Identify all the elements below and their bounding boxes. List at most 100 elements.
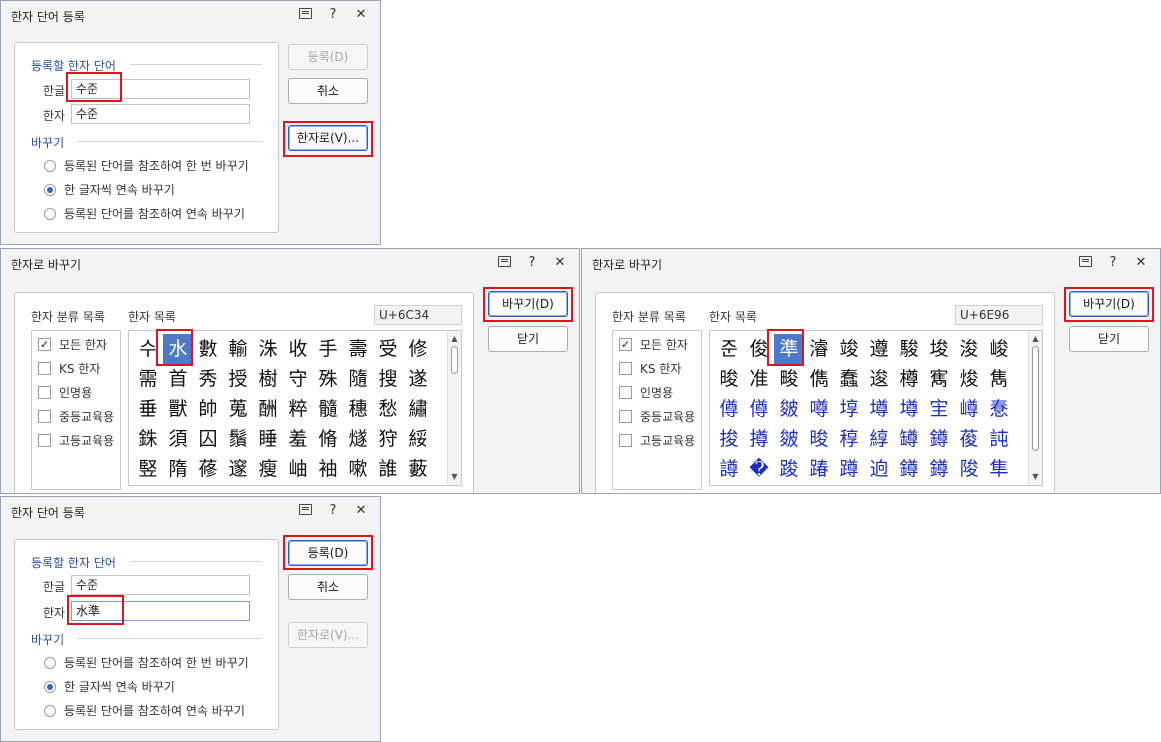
category-all[interactable]: ✓ 모든 한자 xyxy=(38,336,107,353)
category-name[interactable]: 인명용 xyxy=(38,384,92,401)
hanja-cell[interactable]: 綧 xyxy=(864,424,894,454)
hanja-cell[interactable]: 蒐 xyxy=(223,394,253,424)
hanja-cell[interactable]: 儁 xyxy=(804,364,834,394)
hanja-cell[interactable]: 譐 xyxy=(714,454,744,484)
option-once[interactable]: 등록된 단어를 참조하여 한 번 바꾸기 xyxy=(44,654,249,671)
hanja-cell[interactable]: 寯 xyxy=(924,364,954,394)
hanja-cell[interactable]: 授 xyxy=(223,364,253,394)
hanja-cell[interactable]: 稕 xyxy=(834,424,864,454)
hanja-cell[interactable]: 罇 xyxy=(894,424,924,454)
hanja-cell[interactable]: 葰 xyxy=(954,424,984,454)
hanja-field[interactable]: 수준 xyxy=(71,104,250,124)
hanja-cell[interactable]: 粹 xyxy=(283,394,313,424)
hanja-cell[interactable]: � xyxy=(744,454,774,484)
hanja-cell[interactable]: 訰 xyxy=(984,424,1014,454)
hanja-cell[interactable]: 수 xyxy=(133,334,163,364)
hanja-cell[interactable]: 陖 xyxy=(954,454,984,484)
hanja-cell[interactable]: 埈 xyxy=(924,334,954,364)
hanja-cell[interactable]: 隨 xyxy=(343,364,373,394)
hanja-cell[interactable]: 逡 xyxy=(864,364,894,394)
hanja-field[interactable]: 水準 xyxy=(71,601,250,621)
hanja-cell[interactable]: 髓 xyxy=(313,394,343,424)
hanja-cell[interactable]: 銖 xyxy=(133,424,163,454)
hanja-cell[interactable]: 鐏 xyxy=(924,424,954,454)
hanja-cell[interactable]: 浚 xyxy=(954,334,984,364)
hanja-cell[interactable]: 修 xyxy=(403,334,433,364)
hanja-cell[interactable]: 准 xyxy=(744,364,774,394)
titlebar[interactable]: 한자 단어 등록 ? ✕ xyxy=(1,497,380,525)
checkbox[interactable] xyxy=(38,362,51,375)
hanja-cell[interactable]: 酬 xyxy=(253,394,283,424)
hanja-cell[interactable]: 宔 xyxy=(924,394,954,424)
hanja-cell[interactable]: 遵 xyxy=(864,334,894,364)
hanja-cell[interactable]: 墫 xyxy=(894,394,924,424)
hanja-cell[interactable]: 囚 xyxy=(193,424,223,454)
hanja-cell[interactable]: 準 xyxy=(774,334,804,364)
hanja-cell[interactable]: 狩 xyxy=(373,424,403,454)
category-all[interactable]: ✓ 모든 한자 xyxy=(619,336,688,353)
option-char-continuous[interactable]: 한 글자씩 연속 바꾸기 xyxy=(44,678,175,695)
hanja-cell[interactable]: 駿 xyxy=(894,334,924,364)
hanja-cell[interactable]: 誰 xyxy=(373,454,403,484)
hanja-cell[interactable]: 竣 xyxy=(834,334,864,364)
checkbox[interactable] xyxy=(38,434,51,447)
hanja-cell[interactable]: 洙 xyxy=(253,334,283,364)
hanja-cell[interactable]: 踆 xyxy=(774,454,804,484)
hanja-cell[interactable]: 晙 xyxy=(714,364,744,394)
checkbox[interactable] xyxy=(619,410,632,423)
hanja-cell[interactable]: 惷 xyxy=(984,394,1014,424)
hanja-cell[interactable]: 鐏 xyxy=(924,454,954,484)
scrollbar[interactable]: ▲ ▼ xyxy=(447,331,461,485)
hanja-cell[interactable]: 焌 xyxy=(954,364,984,394)
hanja-cell[interactable]: 首 xyxy=(163,364,193,394)
close-icon[interactable]: ✕ xyxy=(1134,255,1148,270)
checkbox[interactable] xyxy=(619,362,632,375)
category-high[interactable]: 고등교육용 xyxy=(38,432,114,449)
hanja-cell[interactable]: 隋 xyxy=(163,454,193,484)
hanja-cell[interactable]: 噂 xyxy=(804,394,834,424)
hanja-cell[interactable]: 收 xyxy=(283,334,313,364)
hanja-cell[interactable]: 搜 xyxy=(373,364,403,394)
hanja-cell[interactable]: 邃 xyxy=(223,454,253,484)
hanja-cell[interactable]: 樽 xyxy=(894,364,924,394)
memo-icon[interactable] xyxy=(298,7,312,22)
hanja-cell[interactable]: 袖 xyxy=(313,454,343,484)
hanja-cell[interactable]: 蓚 xyxy=(193,454,223,484)
category-ks[interactable]: KS 한자 xyxy=(38,360,100,377)
hanja-cell[interactable]: 埻 xyxy=(834,394,864,424)
help-icon[interactable]: ? xyxy=(326,503,340,518)
radio-button[interactable] xyxy=(44,183,56,196)
radio-button[interactable] xyxy=(44,159,56,172)
hanja-cell[interactable]: 愁 xyxy=(373,394,403,424)
hanja-cell[interactable]: 帥 xyxy=(193,394,223,424)
hanja-cell[interactable]: 繡 xyxy=(403,394,433,424)
hanja-cell[interactable]: 蠢 xyxy=(834,364,864,394)
hangul-field[interactable]: 수준 xyxy=(71,79,250,99)
hanja-cell[interactable]: 蹲 xyxy=(834,454,864,484)
hanja-cell[interactable]: 殊 xyxy=(313,364,343,394)
hanja-cell[interactable]: 樹 xyxy=(253,364,283,394)
option-continuous[interactable]: 등록된 단어를 참조하여 연속 바꾸기 xyxy=(44,702,245,719)
hanja-cell[interactable]: 捘 xyxy=(714,424,744,454)
hanja-cell[interactable]: 踳 xyxy=(804,454,834,484)
scroll-thumb[interactable] xyxy=(451,346,458,374)
checkbox[interactable] xyxy=(38,386,51,399)
hanja-cell[interactable]: 須 xyxy=(163,424,193,454)
scroll-down-icon[interactable]: ▼ xyxy=(448,470,461,483)
category-high[interactable]: 고등교육용 xyxy=(619,432,695,449)
radio-button[interactable] xyxy=(44,680,56,693)
hanja-cell[interactable]: 水 xyxy=(163,334,193,364)
memo-icon[interactable] xyxy=(1078,255,1092,270)
scroll-thumb[interactable] xyxy=(1032,346,1039,451)
option-continuous[interactable]: 등록된 단어를 참조하여 연속 바꾸기 xyxy=(44,205,245,222)
radio-button[interactable] xyxy=(44,207,56,220)
hanja-cell[interactable]: 僔 xyxy=(714,394,744,424)
hanja-cell[interactable]: 數 xyxy=(193,334,223,364)
scroll-down-icon[interactable]: ▼ xyxy=(1029,470,1042,483)
close-icon[interactable]: ✕ xyxy=(354,7,368,22)
hanja-cell[interactable]: 撙 xyxy=(744,424,774,454)
option-once[interactable]: 등록된 단어를 참조하여 한 번 바꾸기 xyxy=(44,157,249,174)
category-name[interactable]: 인명용 xyxy=(619,384,673,401)
hanja-cell[interactable]: 秀 xyxy=(193,364,223,394)
hanja-cell[interactable]: 穗 xyxy=(343,394,373,424)
